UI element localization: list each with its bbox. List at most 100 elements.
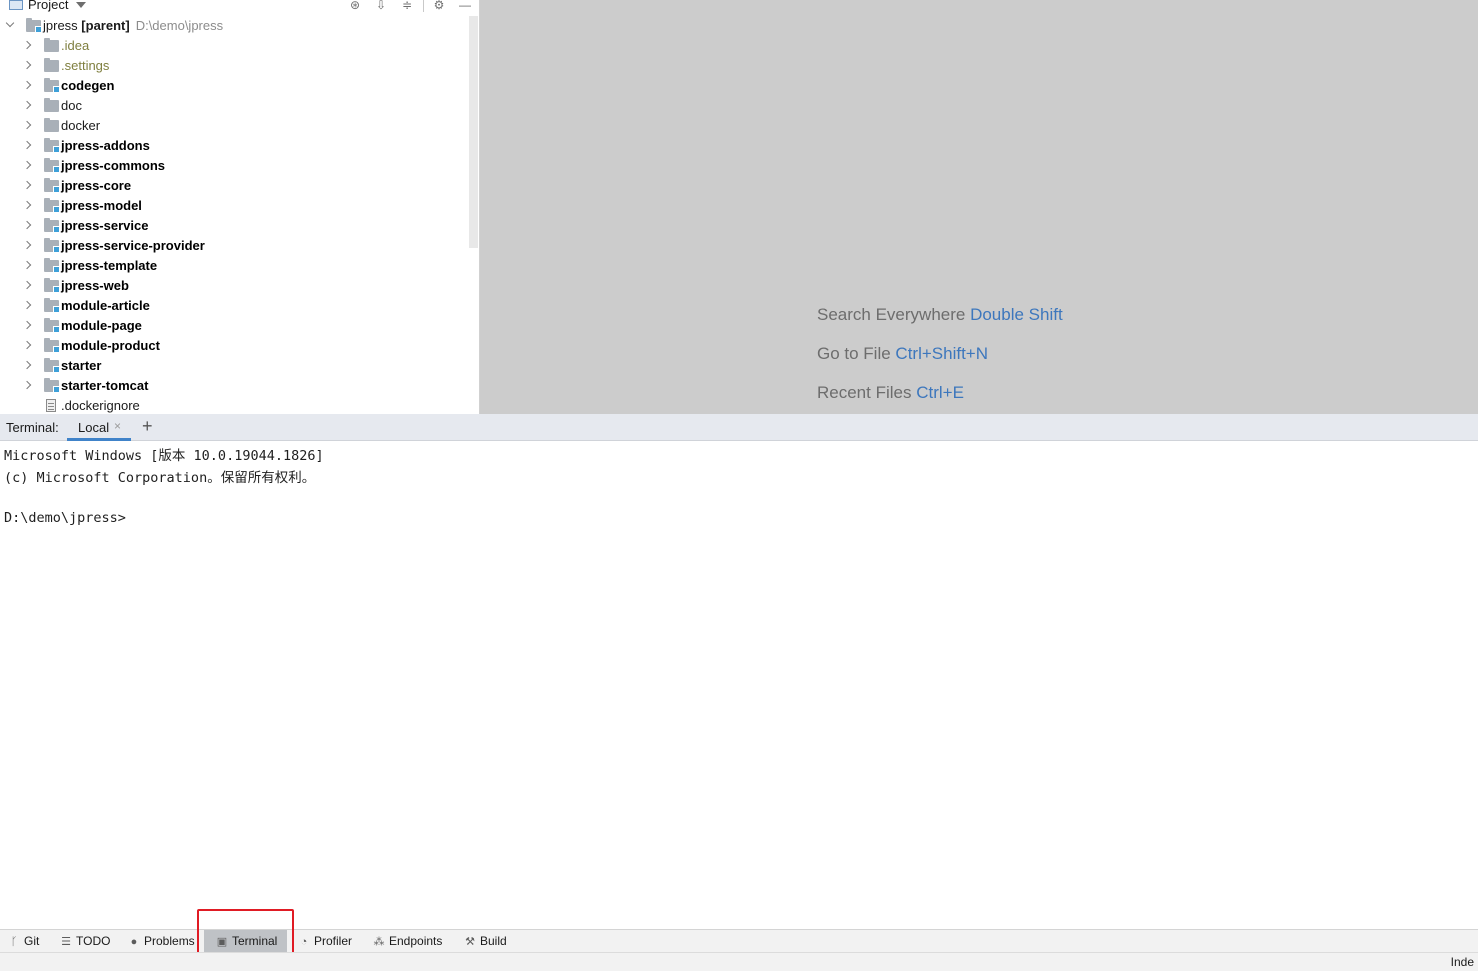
folder-icon bbox=[26, 18, 42, 33]
chevron-right-icon[interactable] bbox=[22, 360, 32, 370]
tree-item-label: jpress-web bbox=[61, 278, 129, 293]
tool-git[interactable]: ᚴ Git bbox=[8, 930, 40, 953]
chevron-right-icon[interactable] bbox=[22, 340, 32, 350]
highlight-annotation bbox=[197, 909, 294, 955]
chevron-right-icon[interactable] bbox=[22, 260, 32, 270]
tree-item[interactable]: module-page bbox=[0, 316, 468, 336]
tool-endpoints[interactable]: ⁂ Endpoints bbox=[373, 930, 443, 953]
info-icon: ● bbox=[130, 936, 138, 948]
folder-icon bbox=[44, 238, 60, 253]
collapse-all-icon[interactable]: ≑ bbox=[400, 0, 414, 12]
folder-icon bbox=[44, 318, 60, 333]
tool-problems[interactable]: ● Problems bbox=[128, 930, 195, 953]
tree-item-label: jpress-commons bbox=[61, 158, 166, 173]
tree-item-label: jpress-template bbox=[61, 258, 158, 273]
chevron-right-icon[interactable] bbox=[22, 60, 32, 70]
tree-item[interactable]: jpress-template bbox=[0, 256, 468, 276]
tree-item[interactable]: jpress-addons bbox=[0, 136, 468, 156]
tree-item[interactable]: .dockerignore bbox=[0, 396, 468, 414]
tree-item-label: module-page bbox=[61, 318, 142, 333]
tree-item[interactable]: jpress-model bbox=[0, 196, 468, 216]
chevron-down-icon[interactable] bbox=[76, 2, 86, 8]
folder-icon bbox=[44, 138, 60, 153]
terminal-output[interactable]: Microsoft Windows [版本 10.0.19044.1826] (… bbox=[0, 441, 1478, 929]
folder-icon bbox=[44, 338, 60, 353]
tree-item[interactable]: jpress-core bbox=[0, 176, 468, 196]
chevron-right-icon[interactable] bbox=[22, 80, 32, 90]
tree-item[interactable]: starter-tomcat bbox=[0, 376, 468, 396]
tree-item-label: jpress [parent] D:\demo\jpress bbox=[43, 18, 224, 33]
divider bbox=[423, 0, 424, 12]
tree-item-label: jpress-service-provider bbox=[61, 238, 205, 253]
chevron-right-icon[interactable] bbox=[22, 100, 32, 110]
project-icon bbox=[9, 0, 23, 10]
chevron-right-icon[interactable] bbox=[22, 200, 32, 210]
chevron-right-icon[interactable] bbox=[22, 120, 32, 130]
chevron-right-icon[interactable] bbox=[22, 160, 32, 170]
close-icon[interactable]: × bbox=[114, 419, 121, 433]
project-header: Project ⊛ ⇩ ≑ ⚙ — bbox=[0, 0, 479, 16]
tree-item[interactable]: jpress-service-provider bbox=[0, 236, 468, 256]
add-tab-icon[interactable]: + bbox=[142, 416, 153, 437]
chevron-down-icon[interactable] bbox=[5, 18, 15, 28]
tree-item[interactable]: starter bbox=[0, 356, 468, 376]
tree-item-label: starter bbox=[61, 358, 102, 373]
tree-item[interactable]: jpress-service bbox=[0, 216, 468, 236]
folder-icon bbox=[44, 98, 59, 112]
tree-item-label: jpress-core bbox=[61, 178, 132, 193]
folder-icon bbox=[44, 198, 60, 213]
chevron-right-icon[interactable] bbox=[22, 220, 32, 230]
tree-item[interactable]: doc bbox=[0, 96, 468, 116]
hint-search-everywhere: Search Everywhere Double Shift bbox=[817, 305, 1063, 324]
folder-icon bbox=[44, 378, 60, 393]
tool-profiler[interactable]: ◔ Profiler bbox=[298, 930, 352, 953]
chevron-right-icon[interactable] bbox=[22, 240, 32, 250]
chevron-right-icon[interactable] bbox=[22, 300, 32, 310]
status-indexing[interactable]: Inde bbox=[1451, 955, 1474, 969]
folder-icon bbox=[44, 278, 60, 293]
chevron-right-icon[interactable] bbox=[22, 280, 32, 290]
chevron-right-icon[interactable] bbox=[22, 140, 32, 150]
chevron-right-icon[interactable] bbox=[22, 40, 32, 50]
chevron-right-icon[interactable] bbox=[22, 380, 32, 390]
tree-item[interactable]: jpress [parent] D:\demo\jpress bbox=[0, 16, 468, 36]
terminal-header: Terminal: Local × + bbox=[0, 414, 1478, 441]
tree-item-label: docker bbox=[61, 118, 101, 133]
tree-item-label: module-product bbox=[61, 338, 160, 353]
tool-todo[interactable]: ☰ TODO bbox=[60, 930, 110, 953]
terminal-prompt: D:\demo\jpress> bbox=[4, 510, 126, 526]
project-title[interactable]: Project bbox=[28, 0, 68, 12]
gear-icon[interactable]: ⚙ bbox=[432, 0, 446, 12]
chevron-right-icon[interactable] bbox=[22, 180, 32, 190]
locate-icon[interactable]: ⊛ bbox=[348, 0, 362, 12]
terminal-line: (c) Microsoft Corporation。保留所有权利。 bbox=[4, 470, 316, 486]
folder-icon bbox=[44, 358, 60, 373]
tree-item[interactable]: jpress-commons bbox=[0, 156, 468, 176]
tree-item[interactable]: module-article bbox=[0, 296, 468, 316]
tree-item[interactable]: module-product bbox=[0, 336, 468, 356]
tree-item[interactable]: .idea bbox=[0, 36, 468, 56]
tree-item-label: codegen bbox=[61, 78, 115, 93]
tool-build[interactable]: ⚒ Build bbox=[464, 930, 507, 953]
tree-scrollbar[interactable] bbox=[469, 16, 478, 248]
tree-item[interactable]: codegen bbox=[0, 76, 468, 96]
file-icon bbox=[46, 399, 56, 412]
tree-item[interactable]: docker bbox=[0, 116, 468, 136]
ide-window: Project ⊛ ⇩ ≑ ⚙ — jpress [parent] D:\demo… bbox=[0, 0, 1478, 971]
expand-all-icon[interactable]: ⇩ bbox=[374, 0, 388, 12]
tree-item[interactable]: jpress-web bbox=[0, 276, 468, 296]
project-panel: Project ⊛ ⇩ ≑ ⚙ — jpress [parent] D:\demo… bbox=[0, 0, 480, 414]
tree-item-label: .settings bbox=[61, 58, 110, 73]
profiler-icon: ◔ bbox=[300, 936, 308, 948]
tree-item-label: .dockerignore bbox=[61, 398, 140, 413]
minimize-icon[interactable]: — bbox=[458, 0, 472, 12]
tree-item[interactable]: .settings bbox=[0, 56, 468, 76]
status-bar: Inde bbox=[0, 952, 1478, 971]
tree-item-label: .idea bbox=[61, 38, 90, 53]
folder-icon bbox=[44, 158, 60, 173]
folder-icon bbox=[44, 58, 59, 72]
chevron-right-icon[interactable] bbox=[22, 320, 32, 330]
tab-local[interactable]: Local × bbox=[67, 414, 131, 441]
folder-icon bbox=[44, 258, 60, 273]
tree-item-label: doc bbox=[61, 98, 82, 113]
